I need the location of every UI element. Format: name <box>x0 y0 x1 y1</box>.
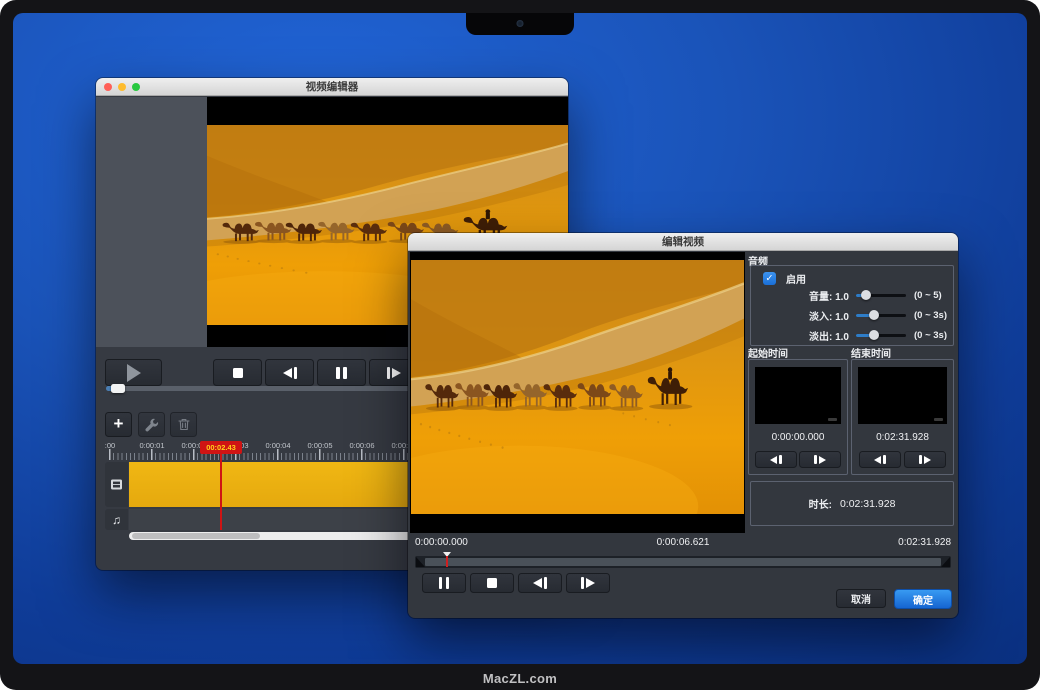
music-track-icon: ♫ <box>105 509 128 530</box>
fade-out-slider-knob[interactable] <box>869 330 879 340</box>
pause-button[interactable] <box>317 359 366 386</box>
step-back-icon <box>533 578 542 588</box>
pause-icon <box>439 577 450 589</box>
seek-thumb[interactable] <box>111 384 125 393</box>
camera-dot <box>517 20 524 27</box>
enable-audio-label: 启用 <box>786 271 806 286</box>
add-media-button[interactable]: + <box>105 412 132 437</box>
fade-out-row: 淡出: 1.0 (0 ~ 3s) <box>751 328 953 342</box>
fade-in-row: 淡入: 1.0 (0 ~ 3s) <box>751 308 953 322</box>
playhead-marker[interactable]: 00:02.43 <box>200 441 242 454</box>
play-icon <box>127 364 141 382</box>
fade-out-label: 淡出: 1.0 <box>751 328 849 343</box>
cancel-button[interactable]: 取消 <box>836 589 886 608</box>
step-back-button[interactable] <box>265 359 314 386</box>
thumbnail-watermark <box>934 418 943 421</box>
trim-scrubber[interactable] <box>415 556 951 568</box>
trim-handle-left[interactable] <box>416 557 425 567</box>
audio-groupbox: ✓ 启用 音量: 1.0 (0 ~ 5) 淡入: 1.0 <box>750 265 954 346</box>
desert-camels-frame <box>411 260 744 514</box>
duration-box: 时长: 0:02:31.928 <box>750 481 954 526</box>
start-time-label: 起始时间 <box>748 345 788 360</box>
end-time-value: 0:02:31.928 <box>852 432 953 443</box>
pause-icon <box>336 367 347 379</box>
check-icon: ✓ <box>766 273 774 284</box>
minimize-button[interactable] <box>118 83 126 91</box>
wrench-icon <box>145 418 159 432</box>
plus-icon: + <box>114 415 124 432</box>
step-forward-icon <box>586 578 595 588</box>
volume-slider[interactable] <box>856 288 906 302</box>
scrubber-playhead[interactable] <box>442 552 452 568</box>
start-frame-thumbnail <box>755 367 841 424</box>
fade-out-range: (0 ~ 3s) <box>914 330 947 341</box>
titlebar-edit-video[interactable]: 编辑视频 <box>408 233 958 251</box>
dialog-video-preview <box>410 252 745 533</box>
delete-button[interactable] <box>170 412 197 437</box>
trash-icon <box>178 418 190 431</box>
playhead-line <box>220 454 222 530</box>
fade-in-slider-knob[interactable] <box>869 310 879 320</box>
stop-button[interactable] <box>213 359 262 386</box>
tools-button[interactable] <box>138 412 165 437</box>
desktop-wallpaper: 视频编辑器 + :00 <box>13 13 1027 664</box>
dialog-title: 编辑视频 <box>662 234 704 249</box>
start-step-back-button[interactable] <box>755 451 797 468</box>
close-button[interactable] <box>104 83 112 91</box>
titlebar-video-editor[interactable]: 视频编辑器 <box>96 78 568 96</box>
window-title: 视频编辑器 <box>306 79 359 94</box>
volume-label: 音量: 1.0 <box>751 288 849 303</box>
end-frame-thumbnail <box>858 367 947 424</box>
step-forward-icon <box>392 368 401 378</box>
dialog-step-back-button[interactable] <box>518 573 562 593</box>
dialog-pause-button[interactable] <box>422 573 466 593</box>
macbook-frame: 视频编辑器 + :00 <box>0 0 1040 690</box>
start-step-forward-button[interactable] <box>799 451 841 468</box>
scrubber-start-time: 0:00:00.000 <box>415 537 468 548</box>
camera-notch <box>466 13 574 35</box>
trim-handle-right[interactable] <box>941 557 950 567</box>
fade-in-range: (0 ~ 3s) <box>914 310 947 321</box>
video-track-icon <box>105 462 128 507</box>
duration-label: 时长: <box>809 496 832 511</box>
traffic-lights <box>104 83 140 91</box>
music-note-icon: ♫ <box>112 513 121 527</box>
stop-icon <box>487 578 497 588</box>
brand-label: MacZL.com <box>0 671 1040 686</box>
end-step-back-button[interactable] <box>859 451 901 468</box>
end-step-forward-button[interactable] <box>904 451 946 468</box>
dialog-edit-video: 编辑视频 音频 ✓ 启用 音量: 1.0 (0 ~ <box>408 233 958 618</box>
fade-out-slider[interactable] <box>856 328 906 342</box>
duration-value: 0:02:31.928 <box>840 498 895 510</box>
scrubber-timestamps: 0:00:00.000 0:00:06.621 0:02:31.928 <box>415 536 951 548</box>
dialog-stop-button[interactable] <box>470 573 514 593</box>
scrollbar-thumb[interactable] <box>132 533 260 539</box>
enable-audio-checkbox[interactable]: ✓ <box>763 272 776 285</box>
scrubber-end-time: 0:02:31.928 <box>898 537 951 548</box>
enable-audio-row[interactable]: ✓ 启用 <box>763 271 806 286</box>
start-time-value: 0:00:00.000 <box>749 432 847 443</box>
volume-slider-knob[interactable] <box>861 290 871 300</box>
play-button[interactable] <box>105 359 162 386</box>
trim-range <box>425 558 941 566</box>
step-back-icon <box>283 368 292 378</box>
fade-in-label: 淡入: 1.0 <box>751 308 849 323</box>
film-icon <box>110 478 123 491</box>
volume-range: (0 ~ 5) <box>914 290 942 301</box>
end-time-box: 0:02:31.928 <box>851 359 954 475</box>
stop-icon <box>233 368 243 378</box>
start-time-box: 0:00:00.000 <box>748 359 848 475</box>
scrubber-current-time: 0:00:06.621 <box>468 537 898 548</box>
thumbnail-watermark <box>828 418 837 421</box>
end-time-label: 结束时间 <box>851 345 891 360</box>
ok-button[interactable]: 确定 <box>894 589 952 609</box>
fade-in-slider[interactable] <box>856 308 906 322</box>
volume-row: 音量: 1.0 (0 ~ 5) <box>751 288 953 302</box>
fullscreen-button[interactable] <box>132 83 140 91</box>
dialog-step-forward-button[interactable] <box>566 573 610 593</box>
